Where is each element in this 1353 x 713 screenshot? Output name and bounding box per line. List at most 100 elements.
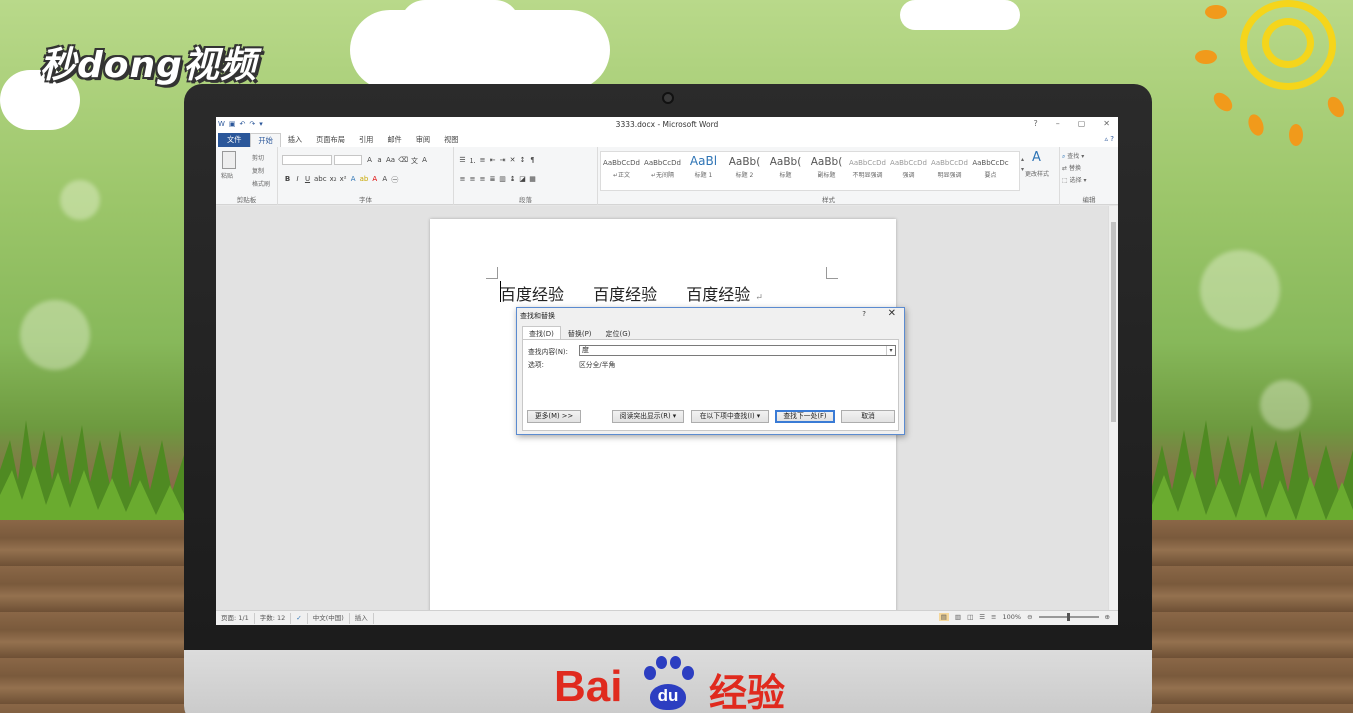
cancel-button[interactable]: 取消 <box>841 410 895 423</box>
restore-button[interactable]: ▢ <box>1078 119 1086 128</box>
tab-view[interactable]: 视图 <box>437 133 465 147</box>
full-reading-icon[interactable]: ▥ <box>955 613 961 621</box>
format-painter-button[interactable]: 格式刷 <box>252 179 270 188</box>
zoom-level[interactable]: 100% <box>1003 613 1022 621</box>
change-styles-button[interactable]: 更改样式 <box>1025 169 1049 178</box>
dialog-close-icon[interactable]: ✕ <box>888 308 896 319</box>
style-subtitle[interactable]: AaBb( 副标题 <box>806 152 847 190</box>
styles-scroll-icon[interactable]: ▴ ▾ <box>1021 155 1024 175</box>
grow-font-icon[interactable]: A <box>366 156 373 166</box>
reading-highlight-button[interactable]: 阅读突出显示(R) ▾ <box>612 410 684 423</box>
zoom-out-icon[interactable]: ⊖ <box>1027 613 1032 621</box>
show-marks-icon[interactable]: ¶ <box>529 156 536 166</box>
decrease-indent-icon[interactable]: ⇤ <box>489 156 496 166</box>
bold-icon[interactable]: B <box>284 175 291 185</box>
tab-page-layout[interactable]: 页面布局 <box>309 133 352 147</box>
enclose-char-icon[interactable]: ㊀ <box>391 175 398 185</box>
numbering-icon[interactable]: ⒈ <box>469 156 476 166</box>
style-title[interactable]: AaBb( 标题 <box>765 152 806 190</box>
underline-icon[interactable]: U <box>304 175 311 185</box>
style-no-spacing[interactable]: AaBbCcDd ↵无间隔 <box>642 152 683 190</box>
style-normal[interactable]: AaBbCcDd ↵正文 <box>601 152 642 190</box>
chinese-layout-icon[interactable]: ✕ <box>509 156 516 166</box>
char-shading-icon[interactable]: A <box>381 175 388 185</box>
zoom-in-icon[interactable]: ⊕ <box>1105 613 1110 621</box>
document-text[interactable]: 百度经验 百度经验 百度经验 ↵ <box>500 281 763 305</box>
find-next-button[interactable]: 查找下一处(F) <box>775 410 835 423</box>
tab-goto[interactable]: 定位(G) <box>599 326 638 339</box>
vertical-scrollbar[interactable] <box>1108 206 1118 610</box>
italic-icon[interactable]: I <box>294 175 301 185</box>
find-button[interactable]: ⌕ 查找 ▾ <box>1062 151 1084 161</box>
font-name-combo[interactable] <box>282 155 332 165</box>
multilevel-list-icon[interactable]: ≡ <box>479 156 486 166</box>
web-layout-icon[interactable]: ◫ <box>967 613 973 621</box>
scrollbar-thumb[interactable] <box>1111 222 1116 422</box>
align-right-icon[interactable]: ≡ <box>479 175 486 183</box>
status-page[interactable]: 页面: 1/1 <box>216 612 255 624</box>
change-case-icon[interactable]: Aa <box>386 156 395 166</box>
tab-insert[interactable]: 插入 <box>281 133 309 147</box>
subscript-icon[interactable]: x₂ <box>330 175 337 185</box>
more-button[interactable]: 更多(M) >> <box>527 410 581 423</box>
shading-icon[interactable]: ◪ <box>519 175 526 183</box>
tab-review[interactable]: 审阅 <box>409 133 437 147</box>
clear-format-icon[interactable]: ⌫ <box>398 156 408 166</box>
change-styles-icon[interactable]: A <box>1032 150 1041 165</box>
close-button[interactable]: ✕ <box>1103 119 1110 128</box>
char-border-icon[interactable]: A <box>421 156 428 166</box>
tab-references[interactable]: 引用 <box>352 133 380 147</box>
shrink-font-icon[interactable]: a <box>376 156 383 166</box>
outline-icon[interactable]: ☰ <box>979 613 985 621</box>
justify-icon[interactable]: ≣ <box>489 175 496 183</box>
align-left-icon[interactable]: ≡ <box>459 175 466 183</box>
superscript-icon[interactable]: x² <box>340 175 347 185</box>
style-emphasis[interactable]: AaBbCcDd 强调 <box>888 152 929 190</box>
distributed-icon[interactable]: ▥ <box>499 175 506 183</box>
style-intense-emphasis[interactable]: AaBbCcDd 明显强调 <box>929 152 970 190</box>
margin-corner-mark <box>486 267 498 279</box>
font-color-icon[interactable]: A <box>371 175 378 185</box>
zoom-slider-thumb[interactable] <box>1066 613 1070 621</box>
draft-icon[interactable]: ≡ <box>991 613 996 621</box>
dialog-help-icon[interactable]: ? <box>862 310 866 318</box>
find-what-input[interactable]: 度 ▾ <box>579 345 896 356</box>
replace-button[interactable]: ⇄ 替换 <box>1062 163 1081 172</box>
tab-replace[interactable]: 替换(P) <box>561 326 599 339</box>
increase-indent-icon[interactable]: ⇥ <box>499 156 506 166</box>
chevron-down-icon[interactable]: ▾ <box>886 346 895 355</box>
print-layout-icon[interactable]: ▤ <box>938 613 949 621</box>
zoom-slider[interactable] <box>1038 613 1099 621</box>
paste-icon[interactable] <box>222 151 236 169</box>
minimize-button[interactable]: – <box>1056 119 1060 128</box>
status-insert-mode[interactable]: 插入 <box>350 612 374 624</box>
borders-icon[interactable]: ▦ <box>529 175 536 183</box>
tab-file[interactable]: 文件 <box>218 133 251 147</box>
align-center-icon[interactable]: ≡ <box>469 175 476 183</box>
line-spacing-icon[interactable]: ↨ <box>509 175 516 183</box>
find-in-button[interactable]: 在以下项中查找(I) ▾ <box>691 410 769 423</box>
copy-button[interactable]: 复制 <box>252 166 264 175</box>
tab-home[interactable]: 开始 <box>250 133 281 147</box>
help-icon[interactable]: ? <box>1033 119 1037 128</box>
bullets-icon[interactable]: ☰ <box>459 156 466 166</box>
style-subtle-emphasis[interactable]: AaBbCcDd 不明显强调 <box>847 152 888 190</box>
sort-icon[interactable]: ↕ <box>519 156 526 166</box>
tab-mailings[interactable]: 邮件 <box>380 133 408 147</box>
proofing-icon[interactable]: ✓ <box>291 612 308 624</box>
text-effects-icon[interactable]: A <box>350 175 357 185</box>
font-size-combo[interactable] <box>334 155 362 165</box>
tab-find[interactable]: 查找(D) <box>522 326 561 339</box>
style-heading-2[interactable]: AaBb( 标题 2 <box>724 152 765 190</box>
style-heading-1[interactable]: AaBl 标题 1 <box>683 152 724 190</box>
status-language[interactable]: 中文(中国) <box>308 612 350 624</box>
paste-button[interactable]: 粘贴 <box>221 171 233 180</box>
cut-button[interactable]: 剪切 <box>252 153 264 162</box>
status-word-count[interactable]: 字数: 12 <box>255 612 292 624</box>
phonetic-guide-icon[interactable]: 文 <box>411 156 418 166</box>
strikethrough-icon[interactable]: abc <box>314 175 327 185</box>
style-strong[interactable]: AaBbCcDc 要点 <box>970 152 1011 190</box>
ribbon-help-icon[interactable]: ▵ ? <box>1105 135 1114 143</box>
select-button[interactable]: ⬚ 选择 ▾ <box>1062 175 1087 184</box>
highlight-icon[interactable]: ab <box>360 175 369 185</box>
